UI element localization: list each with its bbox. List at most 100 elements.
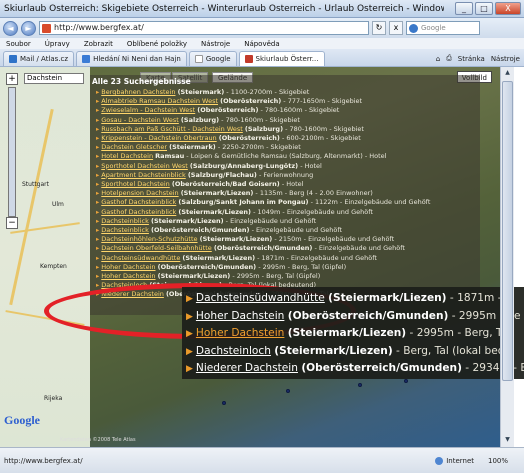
- zoom-in-button[interactable]: +: [6, 73, 18, 85]
- result-row[interactable]: ▸ Dachstein Oberfeld-Seilbahnhütte (Oberö…: [90, 244, 480, 253]
- tab-google[interactable]: Google: [188, 51, 237, 66]
- menu-edit[interactable]: Úpravy: [45, 40, 70, 48]
- result-row[interactable]: ▸ Dachsteinhöhlen-Schutzhütte (Steiermark…: [90, 235, 480, 244]
- menu-view[interactable]: Zobrazit: [84, 40, 113, 48]
- result-link[interactable]: Gasthof Dachsteinblick: [101, 198, 176, 206]
- result-row[interactable]: ▸ Dachsteinsüdwandhütte (Steiermark/Lieze…: [90, 254, 480, 263]
- print-icon[interactable]: ⎙: [446, 54, 452, 63]
- result-region: (Steiermark/Liezen): [157, 272, 231, 281]
- result-link[interactable]: Dachsteinblick: [101, 226, 149, 234]
- result-row[interactable]: ▸ Dachstein Gletscher (Steiermark) - 2250…: [90, 143, 480, 152]
- tab-search[interactable]: Hledání Ni Neni dan Hajn: [76, 51, 187, 66]
- result-link[interactable]: Zwieselalm - Dachstein West: [101, 106, 195, 114]
- result-link[interactable]: Dachstein Oberfeld-Seilbahnhütte: [101, 244, 212, 252]
- zoomed-result-row[interactable]: ▶ Dachsteinsüdwandhütte (Steiermark/Lieze…: [186, 290, 524, 308]
- result-row[interactable]: ▸ Hotelpension Dachstein (Steiermark/Liez…: [90, 189, 480, 198]
- result-row[interactable]: ▸ Apartment Dachsteinblick (Salzburg/Flac…: [90, 171, 480, 180]
- zoomed-result-link[interactable]: Hoher Dachstein: [196, 327, 284, 339]
- result-row[interactable]: ▸ Krippenstein - Dachstein Obertraun (Obe…: [90, 134, 480, 143]
- maximize-button[interactable]: □: [475, 2, 493, 15]
- zoomed-result-link[interactable]: Niederer Dachstein: [196, 362, 298, 374]
- result-link[interactable]: Krippenstein - Dachstein Obertraun: [101, 134, 216, 142]
- zoomed-result-link[interactable]: Hoher Dachstein: [196, 310, 284, 322]
- result-row[interactable]: ▸ Dachsteinblick (Oberösterreich/Gmunden)…: [90, 226, 480, 235]
- close-button[interactable]: X: [495, 2, 521, 15]
- map-marker[interactable]: [358, 383, 362, 387]
- refresh-button[interactable]: ↻: [372, 21, 386, 35]
- result-row[interactable]: ▸ Gasthof Dachsteinblick (Steiermark/Liez…: [90, 208, 480, 217]
- zoomed-result-row[interactable]: ▶ Dachsteinloch (Steiermark/Liezen) - Ber…: [186, 343, 524, 361]
- result-row[interactable]: ▸ Bergbahnen Dachstein (Steiermark) - 110…: [90, 88, 480, 97]
- home-icon[interactable]: ⌂: [436, 55, 440, 63]
- zoomed-result-row[interactable]: ▶ Niederer Dachstein (Oberösterreich/Gmun…: [186, 360, 524, 378]
- result-link[interactable]: Apartment Dachsteinblick: [101, 171, 185, 179]
- result-row[interactable]: ▸ Dachsteinblick (Steiermark/Liezen) - Ei…: [90, 217, 480, 226]
- result-link[interactable]: Sporthotel Dachstein: [101, 180, 170, 188]
- map-marker[interactable]: [222, 401, 226, 405]
- back-button[interactable]: ◄: [3, 20, 18, 36]
- zoom-level[interactable]: 100%: [488, 457, 508, 465]
- result-region: (Salzburg/Sankt Johann im Pongau): [178, 198, 309, 207]
- result-row[interactable]: ▸ Hotel Dachstein Ramsau - Loipen & Gemüt…: [90, 152, 480, 161]
- result-link[interactable]: Russbach am Paß Gschütt - Dachstein West: [101, 125, 243, 133]
- result-link[interactable]: Hoher Dachstein: [101, 272, 155, 280]
- map-marker[interactable]: [286, 389, 290, 393]
- zoom-slider[interactable]: [8, 87, 16, 217]
- search-input[interactable]: Google: [406, 21, 480, 35]
- menu-favorites[interactable]: Oblíbené položky: [127, 40, 187, 48]
- result-row[interactable]: ▸ Hoher Dachstein (Steiermark/Liezen) - 2…: [90, 272, 480, 281]
- result-link[interactable]: Dachsteinhöhlen-Schutzhütte: [101, 235, 197, 243]
- menu-tools[interactable]: Nástroje: [201, 40, 230, 48]
- stop-button[interactable]: x: [389, 21, 403, 35]
- tab-skiurlaub[interactable]: Skiurlaub Österr...: [238, 51, 325, 66]
- result-link[interactable]: Almabtrieb Ramsau Dachstein West: [101, 97, 218, 105]
- zoomed-result-link[interactable]: Dachsteinloch: [196, 345, 271, 357]
- result-row[interactable]: ▸ Sporthotel Dachstein West (Salzburg/Ann…: [90, 162, 480, 171]
- scroll-up-icon[interactable]: ▲: [502, 68, 513, 79]
- result-link[interactable]: Gasthof Dachsteinblick: [101, 208, 176, 216]
- result-link[interactable]: Dachsteinblick: [101, 217, 149, 225]
- result-link[interactable]: Dachsteinsüdwandhütte: [101, 254, 180, 262]
- map-view[interactable]: Stuttgart Ulm Kempten Rijeka + − Dachste…: [0, 67, 500, 447]
- forward-button[interactable]: ►: [21, 20, 36, 36]
- map-marker[interactable]: [404, 379, 408, 383]
- menu-help[interactable]: Nápověda: [244, 40, 279, 48]
- result-link[interactable]: Dachsteinloch: [101, 281, 147, 289]
- zoomed-result-region: (Steiermark/Liezen): [287, 327, 407, 340]
- zoomed-result-link[interactable]: Dachsteinsüdwandhütte: [196, 292, 325, 304]
- zoomed-result-row[interactable]: ▶ Hoher Dachstein (Oberösterreich/Gmunden…: [186, 308, 524, 326]
- result-link[interactable]: Gosau - Dachstein West: [101, 116, 179, 124]
- tools-menu[interactable]: Nástroje: [491, 55, 520, 63]
- map-zoom-control[interactable]: + −: [6, 73, 20, 231]
- result-link[interactable]: Hoher Dachstein: [101, 263, 155, 271]
- scroll-down-icon[interactable]: ▼: [502, 435, 513, 446]
- result-row[interactable]: ▸ Russbach am Paß Gschütt - Dachstein Wes…: [90, 125, 480, 134]
- result-row[interactable]: ▸ Almabtrieb Ramsau Dachstein West (Oberö…: [90, 97, 480, 106]
- search-provider-icon: [409, 24, 418, 33]
- result-row[interactable]: ▸ Hoher Dachstein (Oberösterreich/Gmunden…: [90, 263, 480, 272]
- arrow-icon: ▶: [186, 294, 193, 304]
- menu-bar: Soubor Úpravy Zobrazit Oblíbené položky …: [0, 38, 524, 49]
- map-search-input[interactable]: Dachstein: [24, 73, 84, 84]
- result-link[interactable]: Dachstein Gletscher: [101, 143, 167, 151]
- result-link[interactable]: Niederer Dachstein: [101, 290, 164, 298]
- result-row[interactable]: ▸ Zwieselalm - Dachstein West (Oberösterr…: [90, 106, 480, 115]
- result-row[interactable]: ▸ Gasthof Dachsteinblick (Salzburg/Sankt …: [90, 198, 480, 207]
- minimize-button[interactable]: _: [455, 2, 473, 15]
- zoom-out-button[interactable]: −: [6, 217, 18, 229]
- tab-mail[interactable]: Mail / Atlas.cz: [3, 51, 75, 66]
- result-link[interactable]: Sporthotel Dachstein West: [101, 162, 188, 170]
- tab-label: Skiurlaub Österr...: [255, 55, 319, 63]
- result-row[interactable]: ▸ Gosau - Dachstein West (Salzburg) - 780…: [90, 116, 480, 125]
- page-menu[interactable]: Stránka: [458, 55, 485, 63]
- result-link[interactable]: Bergbahnen Dachstein: [101, 88, 175, 96]
- address-input[interactable]: http://www.bergfex.at/: [39, 21, 369, 35]
- zoomed-result-row[interactable]: ▶ Hoher Dachstein (Steiermark/Liezen) - 2…: [186, 325, 524, 343]
- page-scrollbar[interactable]: ▲ ▼: [500, 67, 514, 447]
- result-row[interactable]: ▸ Sporthotel Dachstein (Oberösterreich/Ba…: [90, 180, 480, 189]
- scroll-thumb[interactable]: [502, 81, 513, 381]
- result-link[interactable]: Hotel Dachstein: [101, 152, 153, 160]
- result-link[interactable]: Hotelpension Dachstein: [101, 189, 178, 197]
- zoomed-result-info: - 2995m - Berg, Ta: [406, 327, 508, 340]
- menu-file[interactable]: Soubor: [6, 40, 31, 48]
